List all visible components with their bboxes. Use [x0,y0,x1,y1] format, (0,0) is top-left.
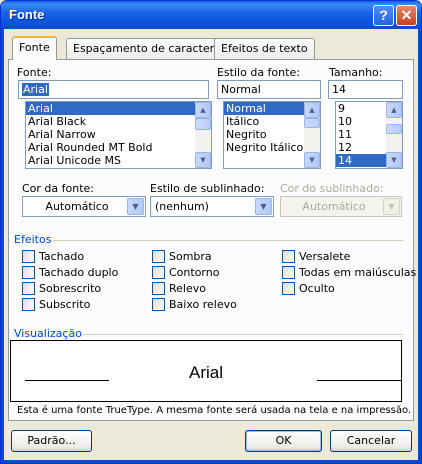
checkbox-versalete[interactable] [282,250,295,263]
font-list-scrollbar[interactable]: ▲ ▼ [195,102,211,168]
close-button[interactable]: ✕ [396,5,417,26]
font-label: Fonte: [17,66,52,79]
chevron-down-icon: ▼ [383,198,400,215]
scroll-up-icon[interactable]: ▲ [195,102,211,118]
font-list[interactable]: Arial Arial Black Arial Narrow Arial Rou… [25,101,212,169]
checkbox-label: Relevo [169,282,206,295]
checkbox-subscrito[interactable] [22,298,35,311]
font-style-list[interactable]: Normal Itálico Negrito Negrito Itálico ▲… [223,101,321,169]
checkbox-todas-maiusculas[interactable] [282,266,295,279]
help-button[interactable]: ? [373,5,394,26]
scroll-down-icon[interactable]: ▼ [304,152,320,168]
preview-title: Visualização [14,327,82,340]
checkbox-label: Oculto [299,282,335,295]
chevron-down-icon[interactable]: ▼ [127,198,144,215]
scroll-up-icon[interactable]: ▲ [386,102,402,118]
scroll-down-icon[interactable]: ▼ [195,152,211,168]
font-list-item[interactable]: Arial Rounded MT Bold [26,141,211,154]
preview-baseline-right [317,380,401,381]
window-title: Fonte [9,7,45,22]
size-label: Tamanho: [329,66,383,79]
font-style-input[interactable]: Normal [217,80,321,99]
ok-button[interactable]: OK [245,430,322,452]
tab-efeitos-de-texto[interactable]: Efeitos de texto [214,38,315,59]
underline-style-label: Estilo de sublinhado: [150,182,265,195]
tab-fonte[interactable]: Fonte [12,36,57,60]
font-list-item[interactable]: Arial Unicode MS [26,154,211,167]
effects-divider [53,240,403,241]
preview-box: Arial [10,340,402,402]
tab-espacamento[interactable]: Espaçamento de caracteres [66,38,234,59]
checkbox-label: Contorno [169,266,220,279]
title-bar[interactable]: Fonte ? ✕ [1,1,421,29]
checkbox-label: Baixo relevo [169,298,237,311]
scroll-thumb[interactable] [386,124,402,134]
checkbox-label: Tachado duplo [39,266,119,279]
effects-title: Efeitos [14,233,52,246]
default-button[interactable]: Padrão... [11,430,92,452]
cancel-button[interactable]: Cancelar [330,430,412,452]
checkbox-contorno[interactable] [152,266,165,279]
scroll-thumb[interactable] [304,118,320,128]
size-list[interactable]: 9 10 11 12 14 ▲ ▼ [335,101,403,169]
underline-color-select[interactable]: Automático ▼ [280,196,402,217]
underline-color-label: Cor do sublinhado: [280,182,384,195]
font-style-scrollbar[interactable]: ▲ ▼ [304,102,320,168]
font-dialog: Fonte ? ✕ Fonte Espaçamento de caractere… [0,0,422,464]
checkbox-sombra[interactable] [152,250,165,263]
size-list-scrollbar[interactable]: ▲ ▼ [386,102,402,168]
underline-style-value: (nenhum) [155,200,209,213]
checkbox-label: Subscrito [39,298,91,311]
font-list-item[interactable]: Arial [26,102,211,115]
checkbox-label: Todas em maiúsculas [299,266,417,279]
checkbox-label: Tachado [39,250,85,263]
checkbox-sobrescrito[interactable] [22,282,35,295]
chevron-down-icon[interactable]: ▼ [255,198,272,215]
underline-color-value: Automático [302,200,366,213]
scroll-down-icon[interactable]: ▼ [386,152,402,168]
scroll-up-icon[interactable]: ▲ [304,102,320,118]
underline-style-select[interactable]: (nenhum) ▼ [150,196,274,217]
checkbox-label: Sobrescrito [39,282,102,295]
checkbox-relevo[interactable] [152,282,165,295]
font-color-select[interactable]: Automático ▼ [22,196,146,217]
font-style-label: Estilo da fonte: [217,66,300,79]
font-input[interactable]: Arial [18,80,209,99]
font-list-item[interactable]: Arial Black [26,115,211,128]
font-color-label: Cor da fonte: [22,182,95,195]
checkbox-oculto[interactable] [282,282,295,295]
checkbox-label: Versalete [299,250,351,263]
size-input[interactable]: 14 [328,80,403,99]
font-list-item[interactable]: Arial Narrow [26,128,211,141]
font-input-value: Arial [22,83,49,96]
font-info-note: Esta é uma fonte TrueType. A mesma fonte… [17,405,412,416]
scroll-thumb[interactable] [195,118,211,130]
checkbox-baixo-relevo[interactable] [152,298,165,311]
checkbox-label: Sombra [169,250,212,263]
checkbox-tachado[interactable] [22,250,35,263]
preview-divider [83,334,403,335]
checkbox-tachado-duplo[interactable] [22,266,35,279]
font-color-value: Automático [45,200,109,213]
